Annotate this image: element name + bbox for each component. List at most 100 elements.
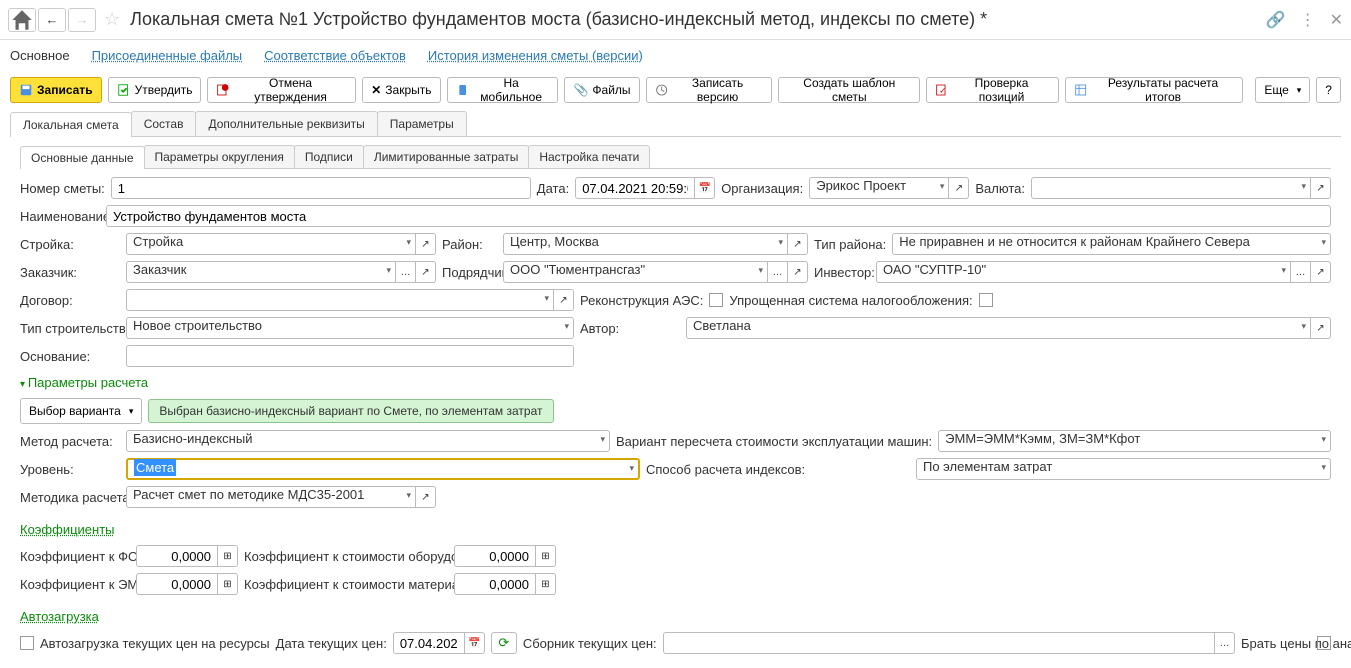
- contract-open-button[interactable]: ↗: [554, 289, 574, 311]
- autoload-section[interactable]: Автозагрузка: [20, 609, 99, 624]
- variant-badge: Выбран базисно-индексный вариант по Смет…: [148, 399, 553, 423]
- save-button[interactable]: Записать: [10, 77, 102, 103]
- org-select[interactable]: Эрикос Проект: [809, 177, 949, 199]
- tab-limited-costs[interactable]: Лимитированные затраты: [363, 145, 530, 168]
- investor-open-button[interactable]: ↗: [1311, 261, 1331, 283]
- variant-select-button[interactable]: Выбор варианта: [20, 398, 142, 424]
- forward-button[interactable]: →: [68, 8, 96, 32]
- help-button[interactable]: ?: [1316, 77, 1341, 103]
- stroika-open-button[interactable]: ↗: [416, 233, 436, 255]
- date-input[interactable]: [575, 177, 695, 199]
- investor-select[interactable]: ОАО "СУПТР-10": [876, 261, 1291, 283]
- tab-local-estimate[interactable]: Локальная смета: [10, 112, 132, 137]
- name-input[interactable]: [106, 205, 1331, 227]
- close-window-icon[interactable]: ✕: [1330, 10, 1343, 30]
- files-button[interactable]: 📎Файлы: [564, 77, 639, 103]
- recalc-variant-select[interactable]: ЭММ=ЭММ*Кэмм, ЗМ=ЗМ*Кфот: [938, 430, 1331, 452]
- close-button[interactable]: ✕Закрыть: [362, 77, 440, 103]
- tab-rounding[interactable]: Параметры округления: [144, 145, 295, 168]
- region-open-button[interactable]: ↗: [788, 233, 808, 255]
- coef-emm-calc-icon[interactable]: ⊞: [218, 573, 238, 595]
- index-method-select[interactable]: По элементам затрат: [916, 458, 1331, 480]
- region-label: Район:: [442, 237, 497, 252]
- tab-main-data[interactable]: Основные данные: [20, 146, 145, 169]
- coefficients-section[interactable]: Коэффициенты: [20, 522, 115, 537]
- page-title: Локальная смета №1 Устройство фундаменто…: [130, 9, 1266, 30]
- cancel-approve-button[interactable]: Отмена утверждения: [207, 77, 356, 103]
- aes-checkbox[interactable]: [709, 293, 723, 307]
- template-button[interactable]: Создать шаблон сметы: [778, 77, 920, 103]
- calc-method-open-button[interactable]: ↗: [416, 486, 436, 508]
- author-open-button[interactable]: ↗: [1311, 317, 1331, 339]
- paperclip-icon: 📎: [573, 83, 588, 97]
- calc-method-select[interactable]: Расчет смет по методике МДС35-2001: [126, 486, 416, 508]
- tax-checkbox[interactable]: [979, 293, 993, 307]
- check-button[interactable]: ✓Проверка позиций: [926, 77, 1059, 103]
- more-button[interactable]: Еще: [1255, 77, 1310, 103]
- recalc-variant-label: Вариант пересчета стоимости эксплуатации…: [616, 434, 932, 449]
- stroika-select[interactable]: Стройка: [126, 233, 416, 255]
- mobile-button[interactable]: На мобильное: [447, 77, 559, 103]
- favorite-icon[interactable]: ☆: [104, 9, 120, 30]
- svg-text:✓: ✓: [939, 85, 946, 95]
- tab-signatures[interactable]: Подписи: [294, 145, 364, 168]
- save-version-button[interactable]: Записать версию: [646, 77, 773, 103]
- calc-params-section[interactable]: Параметры расчета: [20, 375, 1331, 390]
- region-type-select[interactable]: Не приравнен и не относится к районам Кр…: [892, 233, 1331, 255]
- coef-equip-input[interactable]: [454, 545, 536, 567]
- home-button[interactable]: [8, 8, 36, 32]
- take-analog-label: Брать цены по аналогам:: [1241, 636, 1311, 651]
- region-select[interactable]: Центр, Москва: [503, 233, 788, 255]
- tab-main-history[interactable]: История изменения сметы (версии): [428, 48, 643, 69]
- tab-additional-props[interactable]: Дополнительные реквизиты: [195, 111, 377, 136]
- customer-more-button[interactable]: …: [396, 261, 416, 283]
- back-button[interactable]: ←: [38, 8, 66, 32]
- coef-fot-calc-icon[interactable]: ⊞: [218, 545, 238, 567]
- contractor-label: Подрядчик:: [442, 265, 497, 280]
- menu-icon[interactable]: ⋮: [1300, 10, 1316, 30]
- coef-mat-input[interactable]: [454, 573, 536, 595]
- coef-mat-calc-icon[interactable]: ⊞: [536, 573, 556, 595]
- calendar-icon[interactable]: 📅: [695, 177, 715, 199]
- tab-print-settings[interactable]: Настройка печати: [528, 145, 650, 168]
- currency-select[interactable]: [1031, 177, 1311, 199]
- price-book-more-button[interactable]: …: [1215, 632, 1235, 654]
- tax-label: Упрощенная система налогообложения:: [729, 293, 972, 308]
- take-analog-checkbox[interactable]: [1317, 636, 1331, 650]
- coef-fot-label: Коэффициент к ФОТ:: [20, 549, 130, 564]
- level-select[interactable]: Смета: [126, 458, 640, 480]
- tab-main-objects[interactable]: Соответствие объектов: [264, 48, 406, 69]
- coef-fot-input[interactable]: [136, 545, 218, 567]
- customer-select[interactable]: Заказчик: [126, 261, 396, 283]
- tab-main-osnovnoe[interactable]: Основное: [10, 48, 70, 69]
- customer-open-button[interactable]: ↗: [416, 261, 436, 283]
- current-date-input[interactable]: [393, 632, 465, 654]
- tab-parameters[interactable]: Параметры: [377, 111, 467, 136]
- coef-emm-input[interactable]: [136, 573, 218, 595]
- basis-input[interactable]: [126, 345, 574, 367]
- current-date-calendar-icon[interactable]: 📅: [465, 632, 485, 654]
- coef-equip-calc-icon[interactable]: ⊞: [536, 545, 556, 567]
- price-book-label: Сборник текущих цен:: [523, 636, 657, 651]
- contractor-more-button[interactable]: …: [768, 261, 788, 283]
- contractor-open-button[interactable]: ↗: [788, 261, 808, 283]
- number-input[interactable]: [111, 177, 531, 199]
- link-icon[interactable]: 🔗: [1266, 10, 1286, 30]
- investor-more-button[interactable]: …: [1291, 261, 1311, 283]
- current-date-label: Дата текущих цен:: [276, 636, 387, 651]
- currency-open-button[interactable]: ↗: [1311, 177, 1331, 199]
- index-method-label: Способ расчета индексов:: [646, 462, 805, 477]
- autoload-checkbox[interactable]: [20, 636, 34, 650]
- tab-sostav[interactable]: Состав: [131, 111, 197, 136]
- tab-main-files[interactable]: Присоединенные файлы: [92, 48, 243, 69]
- org-open-button[interactable]: ↗: [949, 177, 969, 199]
- author-select[interactable]: Светлана: [686, 317, 1311, 339]
- price-book-input[interactable]: [663, 632, 1215, 654]
- refresh-button[interactable]: ⟳: [491, 632, 517, 654]
- results-button[interactable]: Результаты расчета итогов: [1065, 77, 1243, 103]
- approve-button[interactable]: Утвердить: [108, 77, 202, 103]
- contract-select[interactable]: [126, 289, 554, 311]
- build-type-select[interactable]: Новое строительство: [126, 317, 574, 339]
- contractor-select[interactable]: ООО "Тюментрансгаз": [503, 261, 768, 283]
- method-select[interactable]: Базисно-индексный: [126, 430, 610, 452]
